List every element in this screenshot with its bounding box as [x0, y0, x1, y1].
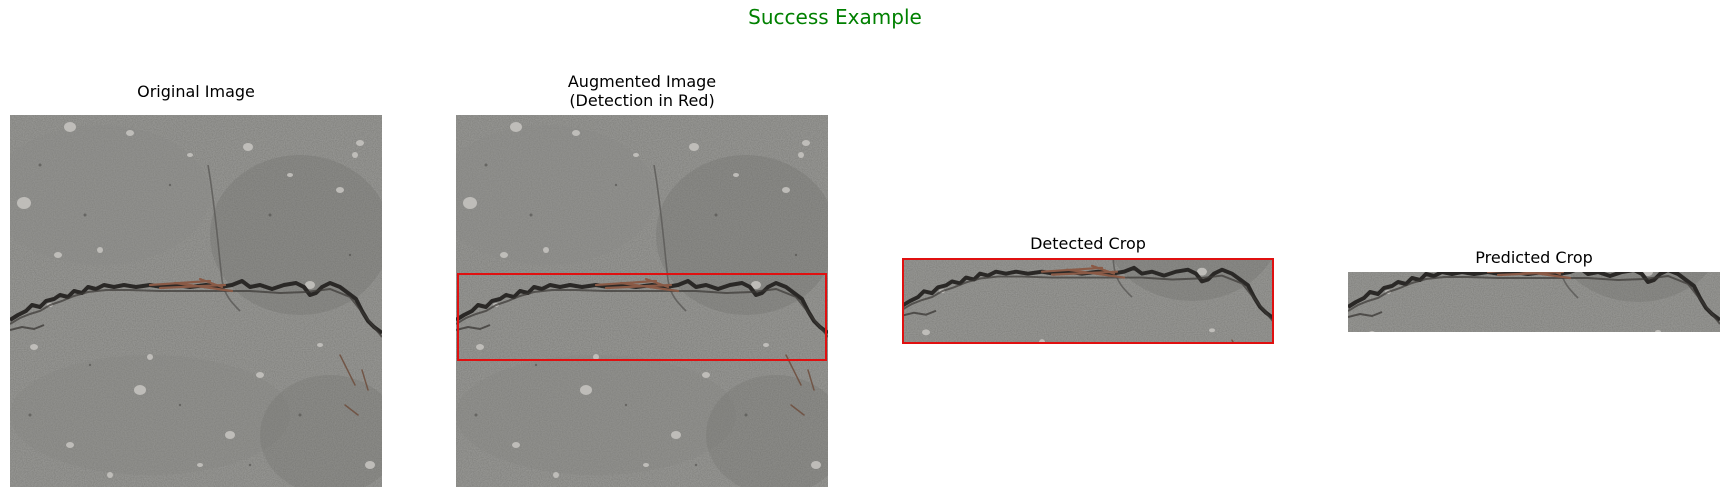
panel-title-predicted-crop: Predicted Crop [1475, 248, 1593, 267]
panel-title-augmented: Augmented Image (Detection in Red) [567, 72, 717, 110]
predicted-crop-image [1348, 272, 1720, 332]
panel-title-detected-crop: Detected Crop [1030, 234, 1146, 253]
panel-title-original: Original Image [137, 82, 255, 101]
figure-title: Success Example [748, 5, 922, 29]
detection-box [457, 273, 827, 361]
detected-crop-border [902, 258, 1274, 344]
original-image [10, 115, 382, 487]
